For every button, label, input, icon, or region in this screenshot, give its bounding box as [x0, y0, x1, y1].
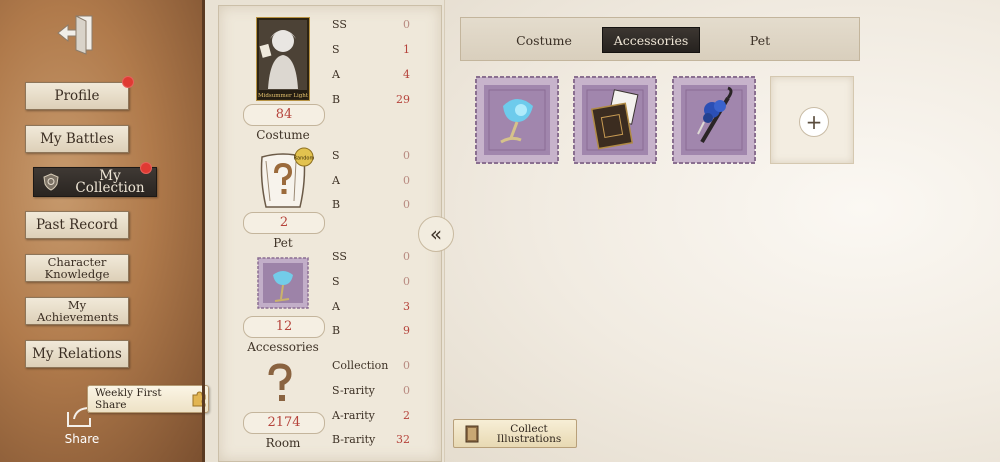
pet-thumb-caption: Random [294, 156, 315, 162]
sidebar-item-label: Past Record [35, 217, 119, 233]
room-question-icon [263, 362, 297, 406]
notification-dot [140, 162, 152, 174]
rarity-value: 0 [403, 359, 410, 372]
collapse-panel-button[interactable]: « [418, 216, 454, 252]
add-accessory-slot[interactable]: + [770, 76, 854, 164]
accessory-slot-2[interactable] [573, 76, 657, 164]
rarity-value: 2 [403, 409, 410, 422]
rarity-value: 0 [403, 174, 410, 187]
costume-thumb-caption: Midsummer Light [258, 93, 309, 99]
rarity-value: 0 [403, 250, 410, 263]
rarity-value: 0 [403, 18, 410, 31]
costume-portrait-thumbnail: Midsummer Light [255, 16, 311, 102]
costume-count: 84 [243, 104, 325, 126]
weekly-share-tag[interactable]: Weekly First Share [87, 385, 209, 413]
costume-label: Costume [256, 128, 310, 142]
rarity-value: 29 [396, 93, 410, 106]
rarity-value: 4 [403, 68, 410, 81]
tab-label: Pet [749, 32, 771, 48]
accessory-slot-1[interactable] [475, 76, 559, 164]
glass-goblet-accessory-icon [475, 76, 559, 164]
pet-random-icon: Random [256, 147, 316, 211]
share-label[interactable]: Share [62, 432, 102, 446]
collect-illustrations-button[interactable]: Collect Illustrations [453, 419, 577, 448]
sidebar-item-my-relations[interactable]: My Relations [25, 340, 129, 368]
puzzle-piece-icon [190, 390, 208, 408]
rarity-value: 9 [403, 324, 410, 337]
sidebar-item-label: Profile [54, 88, 100, 104]
sidebar-item-profile[interactable]: Profile [25, 82, 129, 110]
rarity-value: 32 [396, 433, 410, 446]
rarity-value: 3 [403, 300, 410, 313]
card-box-accessory-icon [573, 76, 657, 164]
pet-label: Pet [273, 236, 293, 250]
collection-detail-panel [444, 0, 1000, 462]
rarity-value: 0 [403, 149, 410, 162]
exit-icon[interactable] [56, 12, 100, 56]
accessory-thumbnail [257, 257, 309, 309]
accessories-label: Accessories [247, 340, 319, 354]
rarity-value: 0 [403, 275, 410, 288]
weekly-share-label: Weekly First Share [95, 387, 162, 411]
room-label: Room [265, 436, 301, 450]
sidebar-item-my-collection[interactable]: My Collection [33, 167, 157, 197]
shield-icon [42, 173, 60, 191]
sidebar-item-label: My Collection [75, 168, 145, 196]
collect-line-2: Illustrations [496, 433, 562, 445]
sidebar-item-label: Character Knowledge [44, 255, 110, 281]
sidebar-item-my-achievements[interactable]: My Achievements [25, 297, 129, 325]
collect-button-label: Collect Illustrations [488, 424, 570, 445]
room-count: 2174 [243, 412, 325, 434]
tab-label: Costume [516, 32, 572, 48]
sidebar-item-past-record[interactable]: Past Record [25, 211, 129, 239]
book-icon [462, 424, 482, 444]
rarity-value: 1 [403, 43, 410, 56]
sidebar-item-label: My Achievements [37, 298, 119, 324]
sidebar: Profile My Battles My Collection Past Re… [0, 0, 209, 462]
sidebar-item-label: My Relations [32, 346, 122, 362]
tab-pet[interactable]: Pet [725, 27, 795, 53]
notification-dot [122, 76, 134, 88]
double-chevron-left-icon: « [429, 222, 443, 246]
accessory-slot-3[interactable] [672, 76, 756, 164]
accessories-count: 12 [243, 316, 325, 338]
rarity-value: 0 [403, 198, 410, 211]
sidebar-item-label: My Battles [40, 131, 114, 147]
plus-icon: + [799, 107, 829, 137]
tab-costume[interactable]: Costume [501, 27, 587, 53]
collection-tab-bar: Costume Accessories Pet [460, 17, 860, 61]
rose-umbrella-accessory-icon [672, 76, 756, 164]
collection-stats-panel: Midsummer Light 84 Costume SS 0 S 1 A 4 … [218, 5, 442, 462]
sidebar-item-my-battles[interactable]: My Battles [25, 125, 129, 153]
sidebar-item-character-knowledge[interactable]: Character Knowledge [25, 254, 129, 282]
tab-label: Accessories [613, 32, 689, 48]
tab-accessories[interactable]: Accessories [602, 27, 700, 53]
rarity-value: 0 [403, 384, 410, 397]
pet-count: 2 [243, 212, 325, 234]
